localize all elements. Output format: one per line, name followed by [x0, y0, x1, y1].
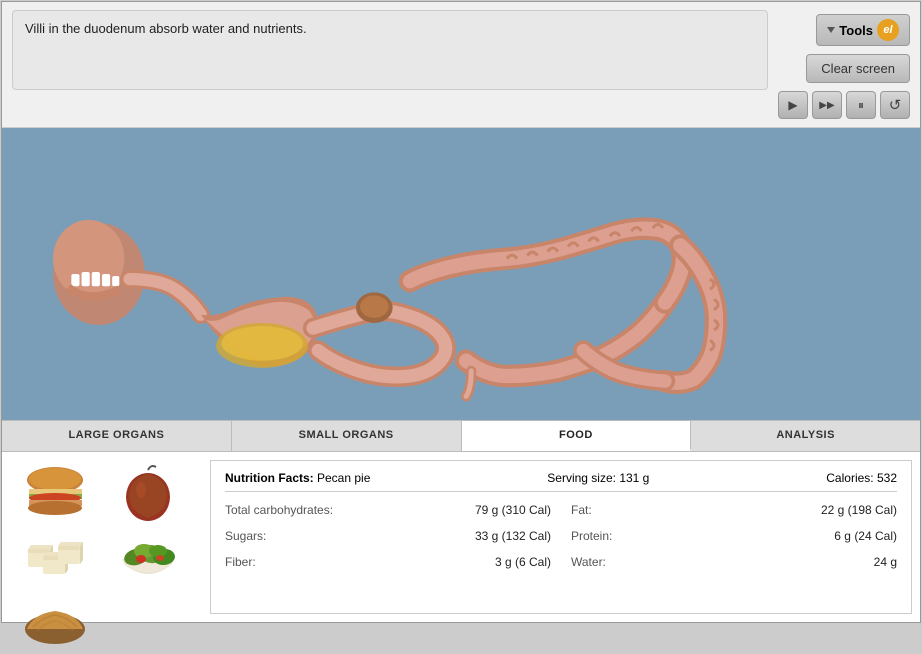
water-label: Water:	[571, 555, 606, 569]
tools-label: Tools	[839, 23, 873, 38]
food-images-panel	[2, 452, 202, 622]
fiber-value: 3 g (6 Cal)	[495, 555, 551, 569]
tabs-bar: LARGE ORGANS SMALL ORGANS FOOD ANALYSIS	[2, 420, 920, 452]
tools-logo: el	[877, 19, 899, 41]
protein-label: Protein:	[571, 529, 612, 543]
play-button[interactable]: ▶	[778, 91, 808, 119]
nutrition-title: Nutrition Facts:	[225, 471, 317, 485]
food-item-tofu[interactable]	[21, 528, 91, 588]
serving-label: Serving size:	[547, 471, 616, 485]
pause-icon: ⏸	[858, 98, 864, 113]
fat-value: 22 g (198 Cal)	[821, 503, 897, 517]
sugars-value: 33 g (132 Cal)	[475, 529, 551, 543]
diagram-area	[2, 128, 920, 420]
calories-value: 532	[877, 471, 897, 485]
protein-value: 6 g (24 Cal)	[834, 529, 897, 543]
sugars-label: Sugars:	[225, 529, 266, 543]
calories-info: Calories: 532	[826, 471, 897, 485]
nutrition-row-protein: Protein: 6 g (24 Cal)	[571, 526, 897, 546]
food-name: Pecan pie	[317, 471, 370, 485]
calories-label: Calories:	[826, 471, 873, 485]
nutrition-panel: Nutrition Facts: Pecan pie Serving size:…	[210, 460, 912, 614]
nutrition-row-sugars: Sugars: 33 g (132 Cal)	[225, 526, 551, 546]
nutrition-row-fat: Fat: 22 g (198 Cal)	[571, 500, 897, 520]
clear-screen-button[interactable]: Clear screen	[806, 54, 910, 83]
play-icon: ▶	[788, 98, 797, 112]
tab-small-organs[interactable]: SMALL ORGANS	[232, 421, 462, 451]
tab-food[interactable]: FOOD	[462, 421, 692, 451]
food-item-burger[interactable]	[21, 462, 91, 522]
controls-area: Tools el Clear screen ▶ ▶▶ ⏸ ↺	[778, 10, 910, 119]
tab-large-organs[interactable]: LARGE ORGANS	[2, 421, 232, 451]
digestive-diagram	[2, 128, 920, 420]
tools-button[interactable]: Tools el	[816, 14, 910, 46]
nutrition-header: Nutrition Facts: Pecan pie Serving size:…	[225, 471, 897, 492]
carbs-value: 79 g (310 Cal)	[475, 503, 551, 517]
nutrition-facts-label: Nutrition Facts: Pecan pie	[225, 471, 370, 485]
top-bar: Villi in the duodenum absorb water and n…	[2, 2, 920, 128]
tools-dropdown-icon	[827, 27, 835, 33]
bottom-content: Nutrition Facts: Pecan pie Serving size:…	[2, 452, 920, 622]
tab-analysis[interactable]: ANALYSIS	[691, 421, 920, 451]
fiber-label: Fiber:	[225, 555, 256, 569]
serving-value: 131 g	[619, 471, 649, 485]
nutrition-row-water: Water: 24 g	[571, 552, 897, 572]
fast-forward-icon: ▶▶	[819, 100, 834, 111]
food-item-apple[interactable]	[114, 462, 184, 522]
playback-controls: ▶ ▶▶ ⏸ ↺	[778, 91, 910, 119]
replay-icon: ↺	[889, 96, 902, 114]
fast-forward-button[interactable]: ▶▶	[812, 91, 842, 119]
carbs-label: Total carbohydrates:	[225, 503, 333, 517]
nutrition-row-carbs: Total carbohydrates: 79 g (310 Cal)	[225, 500, 551, 520]
food-item-salad[interactable]	[114, 528, 184, 588]
water-value: 24 g	[874, 555, 897, 569]
fat-label: Fat:	[571, 503, 592, 517]
replay-button[interactable]: ↺	[880, 91, 910, 119]
nutrition-row-fiber: Fiber: 3 g (6 Cal)	[225, 552, 551, 572]
nutrition-grid: Total carbohydrates: 79 g (310 Cal) Fat:…	[225, 500, 897, 572]
food-item-bread[interactable]	[21, 594, 91, 654]
info-text: Villi in the duodenum absorb water and n…	[25, 21, 307, 36]
serving-info: Serving size: 131 g	[547, 471, 649, 485]
pause-button[interactable]: ⏸	[846, 91, 876, 119]
info-text-display: Villi in the duodenum absorb water and n…	[12, 10, 768, 90]
